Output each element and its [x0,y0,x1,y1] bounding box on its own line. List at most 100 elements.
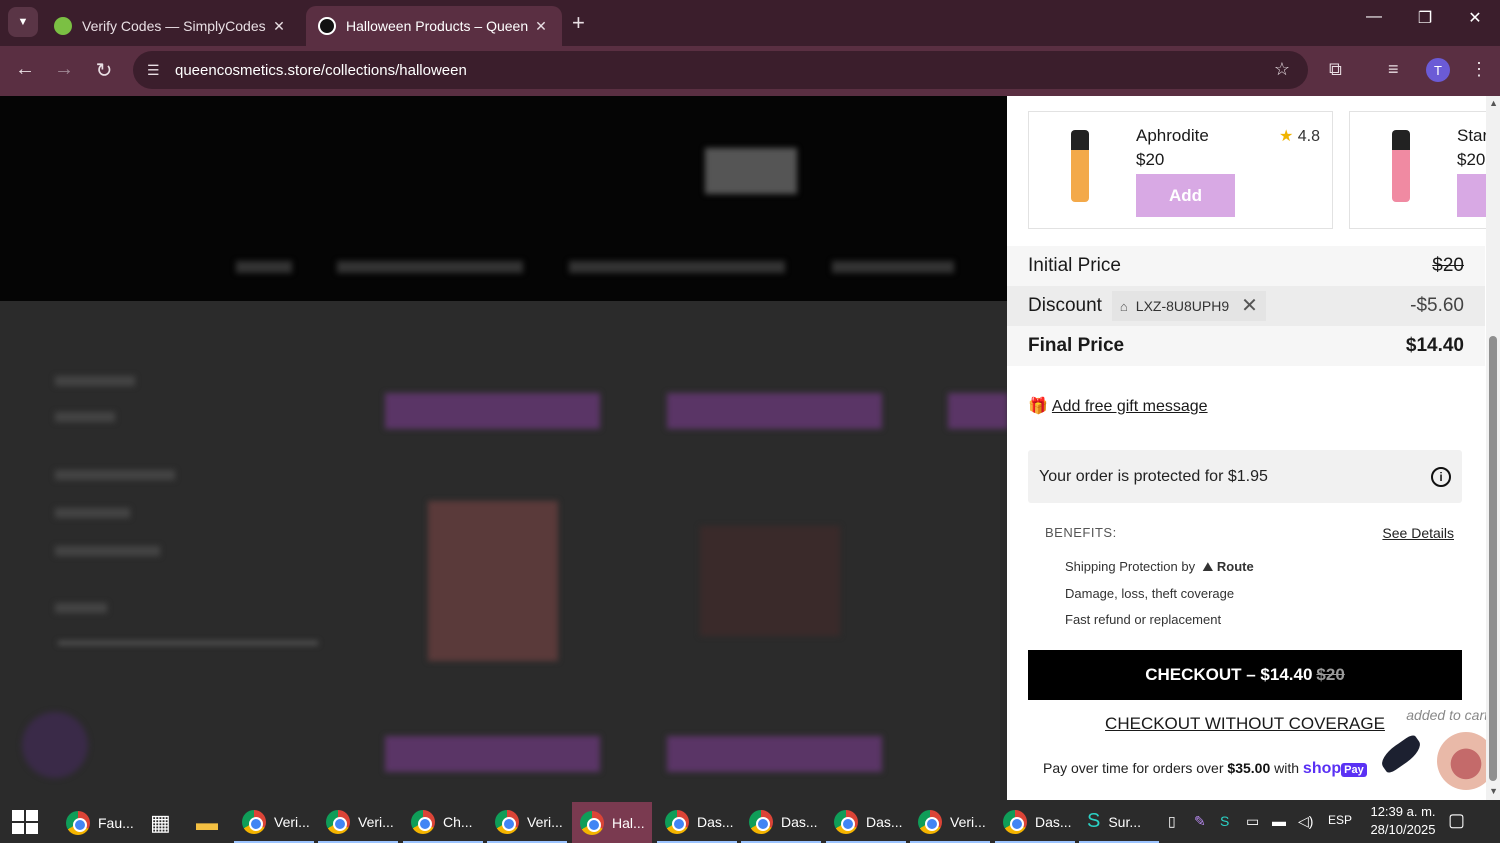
filter-text-blurred [55,412,115,422]
product-thumbnail [1392,130,1410,202]
tray-pen-icon[interactable]: ✎ [1194,813,1206,830]
checkout-without-coverage-link[interactable]: CHECKOUT WITHOUT COVERAGE [1028,714,1462,734]
star-icon: ★ [1278,128,1294,145]
language-indicator[interactable]: ESP [1328,813,1352,827]
file-explorer-icon[interactable]: ▬ [188,802,228,843]
taskbar-app-label: Das... [1035,813,1072,830]
calculator-icon[interactable]: ▦ [142,802,182,843]
discount-row: Discount ⌂ LXZ-8U8UPH9 ✕ -$5.60 [1007,286,1485,326]
taskbar-app-label: Veri... [274,813,310,830]
taskbar-app[interactable]: Veri... [234,802,314,843]
cart-drawer: Aphrodite $20 ★ 4.8 Add Star $20 Add Ini… [1007,96,1500,800]
installments-amount: $35.00 [1227,760,1271,776]
taskbar-app[interactable]: Das... [995,802,1075,843]
scroll-down-arrow-icon[interactable]: ▼ [1489,786,1498,796]
taskbar-app-active[interactable]: Hal... [572,802,652,843]
drawer-scrollbar[interactable]: ▲ ▼ [1486,96,1500,800]
scroll-up-arrow-icon[interactable]: ▲ [1489,98,1498,108]
chrome-icon [834,809,858,834]
system-clock[interactable]: 12:39 a. m. 28/10/2025 [1368,803,1438,839]
checkout-was-price: $20 [1316,665,1345,684]
nav-item-blurred [569,261,785,273]
tray-battery-icon[interactable]: ▬ [1272,813,1286,829]
queen-favicon-icon [318,17,336,35]
nav-item-blurred [832,261,954,273]
reload-icon[interactable]: ↻ [89,58,119,83]
windows-start-icon[interactable] [12,810,38,834]
add-to-cart-blurred [667,736,882,772]
chrome-icon [242,809,266,834]
filter-text-blurred [55,603,107,613]
see-details-link[interactable]: See Details [1382,525,1454,541]
kebab-menu-icon[interactable]: ⋮ [1470,59,1488,80]
added-to-cart-toast: added to cart [1406,707,1488,723]
restore-icon[interactable]: ❐ [1405,8,1445,28]
remove-discount-icon[interactable]: ✕ [1241,296,1258,316]
product-brush-image [1377,733,1425,775]
add-upsell-button[interactable]: Add [1136,174,1235,217]
extensions-puzzle-icon[interactable]: ⧉ [1329,59,1342,80]
gift-icon: 🎁 [1028,398,1048,415]
taskbar-app[interactable]: Veri... [487,802,567,843]
scrollbar-thumb[interactable] [1489,336,1497,781]
tab-halloween-products[interactable]: Halloween Products – Queen cosmetics ✕ [306,6,562,46]
initial-price-label: Initial Price [1028,255,1121,276]
taskbar-app[interactable]: Veri... [910,802,990,843]
tab-verify-codes[interactable]: Verify Codes — SimplyCodes ✕ [42,6,300,46]
product-thumbnail [1071,130,1089,202]
media-queue-icon[interactable]: ≡ [1388,59,1399,80]
profile-avatar[interactable]: T [1426,58,1450,82]
taskbar-app[interactable]: S Sur... [1079,802,1159,843]
taskbar-app-label: Das... [697,813,734,830]
taskbar-app-label: Das... [781,813,818,830]
taskbar-app[interactable]: Ch... [403,802,483,843]
chrome-icon [665,809,689,834]
tray-surfshark-icon[interactable]: S [1220,813,1229,829]
tab-search-chevron-icon[interactable]: ▼ [8,7,38,37]
taskbar-app[interactable]: Veri... [318,802,398,843]
simplycodes-favicon-icon [54,17,72,35]
benefit-text: Shipping Protection by [1065,559,1196,574]
close-tab-icon[interactable]: ✕ [532,18,550,35]
taskbar-app[interactable]: Das... [741,802,821,843]
taskbar-app-label: Ch... [443,813,473,830]
taskbar-app-label: Das... [866,813,903,830]
initial-price-row: Initial Price $20 [1007,246,1485,286]
tray-volume-icon[interactable]: ◁) [1298,813,1313,830]
initial-price-value: $20 [1432,255,1464,276]
checkout-button[interactable]: CHECKOUT – $14.40 $20 [1028,650,1462,700]
back-arrow-icon[interactable]: ← [10,58,40,81]
tag-icon: ⌂ [1119,298,1128,314]
installments-prefix: Pay over time for orders over [1043,760,1224,776]
discount-code-chip: ⌂ LXZ-8U8UPH9 ✕ [1111,291,1266,321]
shop-text: shop [1302,760,1342,777]
discount-value: -$5.60 [1410,295,1464,316]
tray-device-icon[interactable]: ▯ [1168,813,1176,830]
nav-item-blurred [337,261,523,273]
tray-network-icon[interactable]: ▭ [1246,813,1259,830]
bookmark-star-icon[interactable]: ☆ [1274,59,1290,80]
close-tab-icon[interactable]: ✕ [270,18,288,35]
product-image-blurred [700,526,840,636]
info-icon[interactable]: i [1431,466,1451,487]
taskbar-app-label: Veri... [527,813,563,830]
add-gift-message-link[interactable]: 🎁 Add free gift message [1028,396,1208,416]
taskbar-app[interactable]: Das... [657,802,737,843]
upsell-card: Star $20 Add [1349,111,1500,229]
minimize-icon[interactable]: — [1354,8,1394,26]
new-tab-plus-icon[interactable]: + [572,10,585,36]
close-window-icon[interactable]: ✕ [1455,8,1495,28]
benefit-shipping-protection: Shipping Protection by ⛰ Route [1065,559,1254,575]
protection-text: Your order is protected for $1.95 [1039,467,1268,485]
forward-arrow-icon[interactable]: → [49,58,79,81]
site-info-icon[interactable]: ☰ [147,62,165,79]
notifications-icon[interactable]: ▢ [1448,810,1465,831]
taskbar-app-label: Fau... [98,814,134,831]
taskbar-app[interactable]: Das... [826,802,906,843]
address-bar[interactable]: ☰ queencosmetics.store/collections/hallo… [133,51,1308,89]
add-to-cart-blurred [385,736,600,772]
chrome-icon [495,809,519,834]
gift-message-label: Add free gift message [1051,398,1208,415]
nav-item-blurred [236,261,292,273]
taskbar-app[interactable]: Fau... [58,802,138,843]
